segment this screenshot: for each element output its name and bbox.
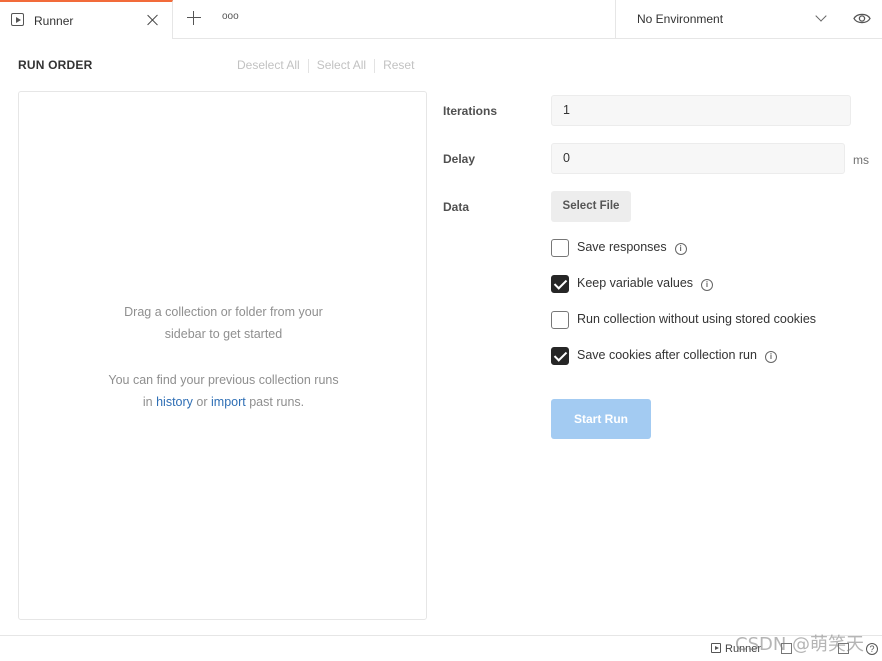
option-text: Save responses bbox=[577, 240, 667, 254]
history-prefix: in bbox=[142, 395, 153, 409]
delay-label: Delay bbox=[443, 152, 476, 166]
run-order-actions: Deselect All Select All Reset bbox=[237, 58, 414, 73]
iterations-label: Iterations bbox=[443, 104, 498, 118]
environment-label: No Environment bbox=[637, 12, 724, 26]
close-icon[interactable] bbox=[145, 12, 161, 28]
info-icon[interactable]: i bbox=[701, 279, 714, 291]
import-link[interactable]: import bbox=[211, 395, 246, 409]
history-suffix: past runs. bbox=[249, 395, 305, 409]
keep-variable-values-checkbox[interactable] bbox=[551, 275, 569, 293]
run-without-cookies-checkbox[interactable] bbox=[551, 311, 569, 329]
save-cookies-label: Save cookies after collection run i bbox=[577, 348, 777, 363]
info-icon[interactable]: i bbox=[674, 243, 687, 255]
empty-line-2: sidebar to get started bbox=[164, 327, 283, 341]
empty-state-message: Drag a collection or folder from your si… bbox=[19, 301, 428, 345]
run-order-title: RUN ORDER bbox=[18, 58, 93, 72]
option-text: Keep variable values bbox=[577, 276, 694, 290]
history-or: or bbox=[196, 395, 208, 409]
tab-bar: Runner ooo No Environment bbox=[0, 0, 882, 39]
eye-icon[interactable] bbox=[853, 12, 871, 25]
divider bbox=[374, 58, 376, 73]
iterations-input[interactable]: 1 bbox=[551, 95, 851, 126]
chevron-down-icon bbox=[815, 10, 827, 22]
history-message: You can find your previous collection ru… bbox=[19, 369, 428, 413]
environment-selector[interactable]: No Environment bbox=[615, 0, 842, 39]
select-all-button[interactable]: Select All bbox=[317, 58, 366, 72]
save-responses-label: Save responses i bbox=[577, 240, 687, 255]
watermark: CSDN @萌笑天 bbox=[735, 634, 865, 655]
save-responses-checkbox[interactable] bbox=[551, 239, 569, 257]
history-line-1: You can find your previous collection ru… bbox=[108, 373, 339, 387]
option-text: Save cookies after collection run bbox=[577, 348, 757, 362]
deselect-all-button[interactable]: Deselect All bbox=[237, 58, 300, 72]
more-tabs-icon[interactable]: ooo bbox=[222, 11, 239, 22]
start-run-button[interactable]: Start Run bbox=[551, 399, 651, 439]
run-without-cookies-label: Run collection without using stored cook… bbox=[577, 312, 816, 326]
help-icon[interactable]: ? bbox=[866, 643, 878, 655]
tab-label: Runner bbox=[34, 14, 74, 28]
reset-button[interactable]: Reset bbox=[383, 58, 414, 72]
tab-runner[interactable]: Runner bbox=[0, 0, 173, 39]
divider bbox=[307, 58, 309, 73]
data-label: Data bbox=[443, 200, 470, 214]
run-order-dropzone[interactable]: Drag a collection or folder from your si… bbox=[18, 91, 427, 620]
empty-line-1: Drag a collection or folder from your bbox=[124, 305, 323, 319]
history-line-2: in history or import past runs. bbox=[19, 391, 428, 413]
info-icon[interactable]: i bbox=[764, 351, 777, 363]
history-link[interactable]: history bbox=[156, 395, 193, 409]
runner-icon bbox=[11, 13, 24, 26]
runner-icon bbox=[711, 643, 721, 653]
select-file-button[interactable]: Select File bbox=[551, 191, 631, 222]
option-text: Run collection without using stored cook… bbox=[577, 312, 817, 326]
delay-input[interactable]: 0 bbox=[551, 143, 845, 174]
delay-unit: ms bbox=[853, 153, 869, 167]
save-cookies-checkbox[interactable] bbox=[551, 347, 569, 365]
plus-icon[interactable] bbox=[186, 10, 202, 26]
keep-variable-values-label: Keep variable values i bbox=[577, 276, 714, 291]
